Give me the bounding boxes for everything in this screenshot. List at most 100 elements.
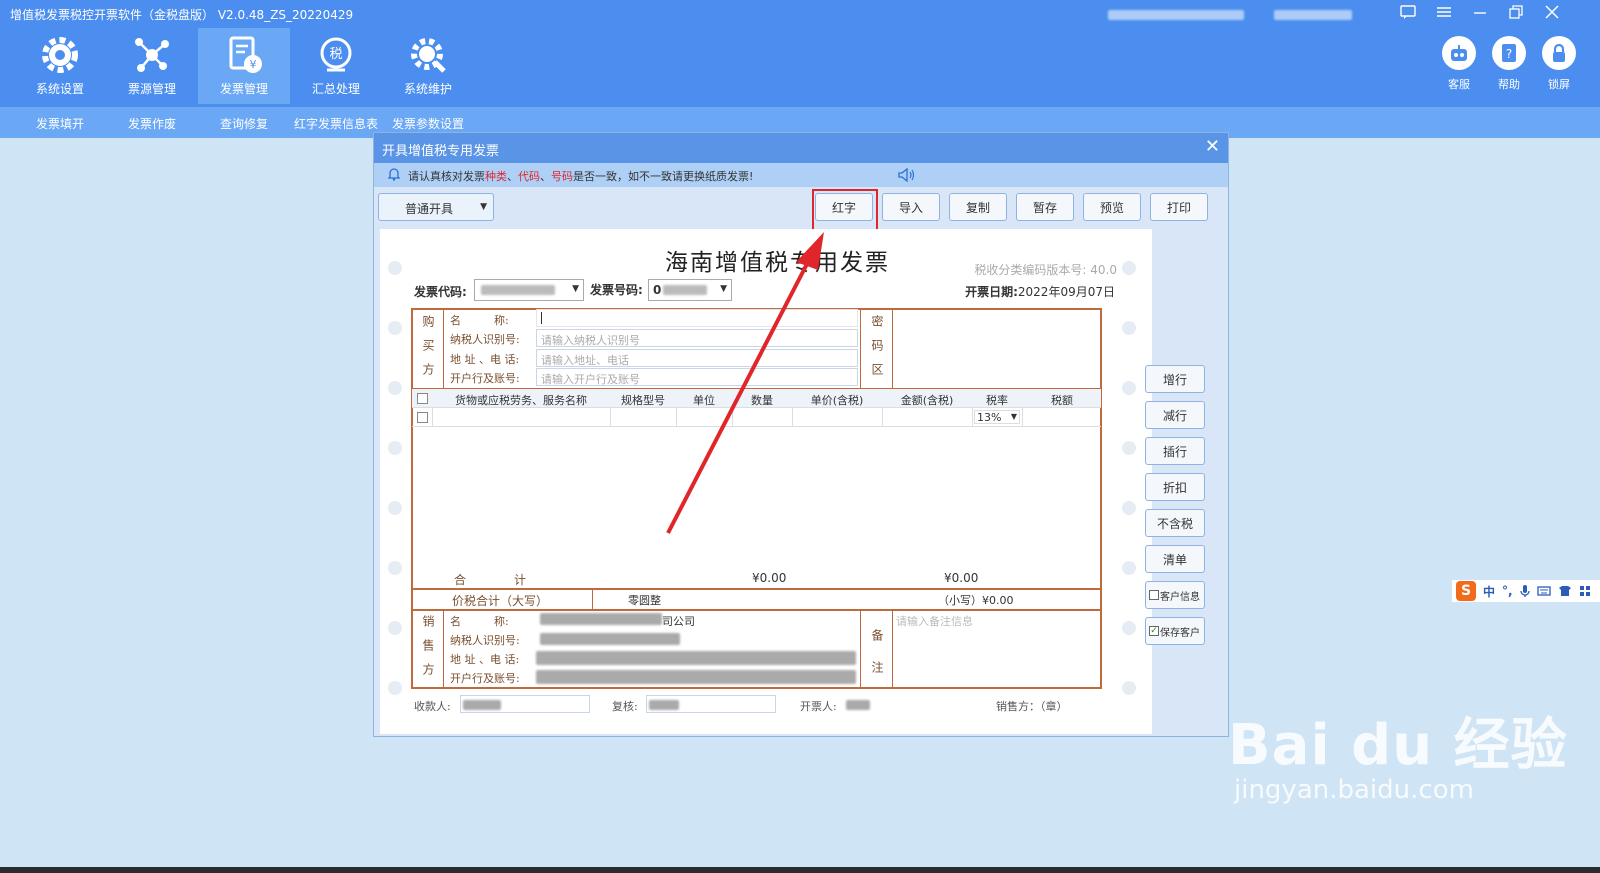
subnav-invoice-void[interactable]: 发票作废 <box>106 107 198 138</box>
item-list-button[interactable]: 清单 <box>1145 545 1205 573</box>
minimize-icon[interactable] <box>1468 4 1492 23</box>
divider <box>412 407 1101 408</box>
subnav-invoice-fill[interactable]: 发票填开 <box>14 107 106 138</box>
paper-hole <box>388 621 402 635</box>
invoice-title: 海南增值税专用发票 <box>665 250 890 276</box>
customer-info-checkbox[interactable]: 客户信息 <box>1145 581 1205 609</box>
tool-help[interactable]: ? 帮助 <box>1490 36 1528 92</box>
buyer-taxid-input[interactable]: 请输入纳税人识别号 <box>536 329 858 347</box>
save-customer-checkbox[interactable]: ✓ 保存客户 <box>1145 617 1205 645</box>
paper-hole <box>1122 501 1136 515</box>
blurred-seller-bank <box>536 670 856 684</box>
remark-label: 备注 <box>870 629 884 693</box>
blurred-account-info <box>1108 10 1244 20</box>
paper-hole <box>388 321 402 335</box>
tool-ticket-source[interactable]: 票源管理 <box>106 28 198 104</box>
tax-exclusive-button[interactable]: 不含税 <box>1145 509 1205 537</box>
discount-button[interactable]: 折扣 <box>1145 473 1205 501</box>
dialog-close-icon[interactable]: ✕ <box>1205 136 1220 157</box>
skin-icon <box>1558 586 1571 596</box>
restore-icon[interactable] <box>1504 4 1528 23</box>
seller-bank-label: 开户行及账号: <box>450 672 520 685</box>
tool-system-maintenance[interactable]: 系统维护 <box>382 28 474 104</box>
reviewer-input[interactable] <box>646 695 776 713</box>
cell-divider <box>1022 408 1023 426</box>
tool-system-settings[interactable]: 系统设置 <box>14 28 106 104</box>
cell-divider <box>676 408 677 426</box>
preview-button[interactable]: 预览 <box>1083 193 1141 221</box>
svg-text:¥: ¥ <box>250 58 257 71</box>
divider <box>592 590 593 609</box>
dialog-title: 开具增值税专用发票 <box>382 144 500 159</box>
blurred-seller-address <box>536 651 856 665</box>
tax-summary-icon: 税 <box>320 37 352 72</box>
paper-hole <box>388 561 402 575</box>
remark-input[interactable]: 请输入备注信息 <box>896 613 973 629</box>
cell-divider <box>882 408 883 426</box>
paper-hole <box>388 381 402 395</box>
insert-row-button[interactable]: 插行 <box>1145 437 1205 465</box>
issue-mode-select[interactable]: 普通开具 ▼ <box>378 193 494 221</box>
keyboard-icon <box>1536 586 1551 596</box>
divider <box>892 309 893 388</box>
tool-summary-processing[interactable]: 税 汇总处理 <box>290 28 382 104</box>
total-amount: ¥0.00 <box>752 571 787 585</box>
invoice-number-select[interactable]: 0 ▼ <box>648 279 732 301</box>
buyer-address-input[interactable]: 请输入地址、电话 <box>536 349 858 367</box>
select-all-checkbox[interactable] <box>417 393 428 404</box>
buyer-address-label: 地 址 、电 话: <box>450 353 520 366</box>
tax-version: 税收分类编码版本号: 40.0 <box>974 263 1117 277</box>
main-toolbar: 系统设置 票源管理 ¥ 发票管理 税 汇总处理 系统维护 <box>14 28 474 104</box>
window-close-icon[interactable] <box>1540 4 1564 23</box>
seller-taxid-label: 纳税人识别号: <box>450 634 520 647</box>
tool-customer-service[interactable]: 客服 <box>1440 36 1478 92</box>
tool-lock-screen[interactable]: 锁屏 <box>1540 36 1578 92</box>
column-header: 规格型号 <box>621 394 665 407</box>
paper-hole <box>388 501 402 515</box>
invoice-date: 开票日期:2022年09月07日 <box>965 285 1115 299</box>
row-checkbox[interactable] <box>417 412 428 423</box>
invoice-icon: ¥ <box>229 36 262 73</box>
column-header: 税率 <box>986 394 1008 407</box>
gear-icon <box>42 37 78 73</box>
speaker-icon[interactable] <box>898 168 916 182</box>
watermark-main: Bai du 经验 <box>1228 713 1568 778</box>
invoice-code-select[interactable]: ▼ <box>474 279 584 301</box>
sogou-logo-icon: S <box>1456 581 1476 601</box>
seller-name-label: 名 称: <box>450 615 509 628</box>
delete-row-button[interactable]: 减行 <box>1145 401 1205 429</box>
copy-button[interactable]: 复制 <box>949 193 1007 221</box>
cell-divider <box>792 408 793 426</box>
blurred-reviewer <box>649 700 679 710</box>
paper-hole <box>1122 441 1136 455</box>
add-row-button[interactable]: 增行 <box>1145 365 1205 393</box>
svg-text:税: 税 <box>329 47 342 62</box>
total-tax: ¥0.00 <box>944 571 979 585</box>
import-button[interactable]: 导入 <box>882 193 940 221</box>
message-icon[interactable] <box>1396 4 1420 23</box>
blurred-invoice-number <box>663 285 707 295</box>
tax-rate-select[interactable]: 13% ▼ <box>974 410 1020 424</box>
tool-invoice-management[interactable]: ¥ 发票管理 <box>198 28 290 104</box>
price-tax-lower: （小写）¥0.00 <box>938 594 1014 607</box>
buyer-name-input[interactable] <box>536 309 858 327</box>
checkbox <box>1149 590 1159 600</box>
buyer-name-label: 名 称: <box>450 314 509 327</box>
paper-hole <box>1122 261 1136 275</box>
paper-hole <box>1122 681 1136 695</box>
subnav-red-invoice-info[interactable]: 红字发票信息表 <box>290 107 382 138</box>
blurred-seller-taxid <box>540 633 680 645</box>
buyer-bank-input[interactable]: 请输入开户行及账号 <box>536 368 858 386</box>
blurred-drawer <box>846 700 870 710</box>
menu-icon[interactable] <box>1432 4 1456 23</box>
blurred-seller-name <box>540 613 662 625</box>
save-draft-button[interactable]: 暂存 <box>1016 193 1074 221</box>
subnav-query-repair[interactable]: 查询修复 <box>198 107 290 138</box>
blurred-payee <box>463 700 501 710</box>
lock-icon <box>1553 43 1565 62</box>
payee-input[interactable] <box>460 695 590 713</box>
grid-icon <box>1579 586 1590 596</box>
ime-toolbar[interactable]: S 中 °, <box>1452 580 1600 602</box>
blurred-invoice-code <box>481 285 555 295</box>
print-button[interactable]: 打印 <box>1150 193 1208 221</box>
